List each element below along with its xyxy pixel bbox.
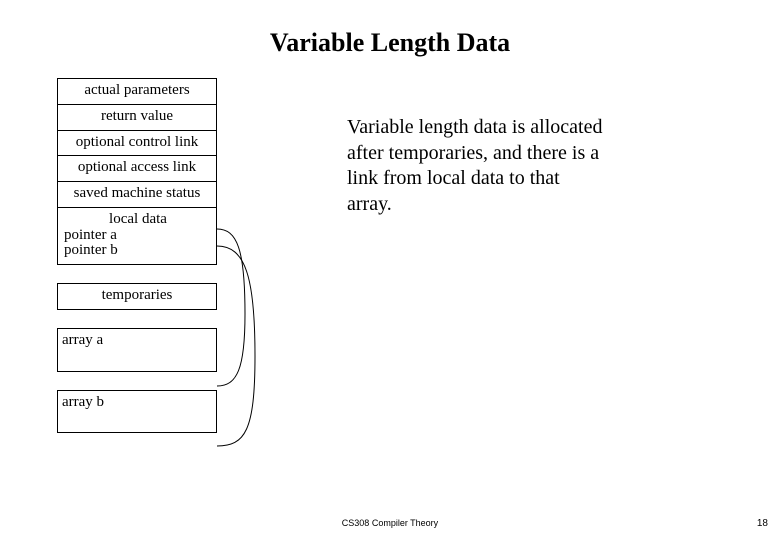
cell-control-link: optional control link	[57, 130, 217, 157]
slide-content: actual parameters return value optional …	[0, 78, 780, 433]
cell-temporaries: temporaries	[57, 283, 217, 310]
local-data-header: local data	[64, 212, 212, 228]
pointer-a-connector	[217, 229, 257, 409]
slide-description: Variable length data is allocated after …	[217, 78, 607, 217]
cell-local-data: local data pointer a pointer b	[57, 207, 217, 265]
pointer-a-label: pointer a	[64, 227, 117, 243]
cell-array-a: array a	[57, 328, 217, 372]
cell-array-b: array b	[57, 390, 217, 434]
footer-course-label: CS308 Compiler Theory	[0, 518, 780, 528]
cell-access-link: optional access link	[57, 155, 217, 182]
cell-return-value: return value	[57, 104, 217, 131]
cell-actual-parameters: actual parameters	[57, 78, 217, 105]
cell-machine-status: saved machine status	[57, 181, 217, 208]
slide-title: Variable Length Data	[0, 0, 780, 78]
pointer-b-connector	[217, 246, 267, 486]
activation-record-stack: actual parameters return value optional …	[57, 78, 217, 433]
pointer-b-label: pointer b	[64, 242, 118, 258]
footer-page-number: 18	[757, 518, 768, 529]
